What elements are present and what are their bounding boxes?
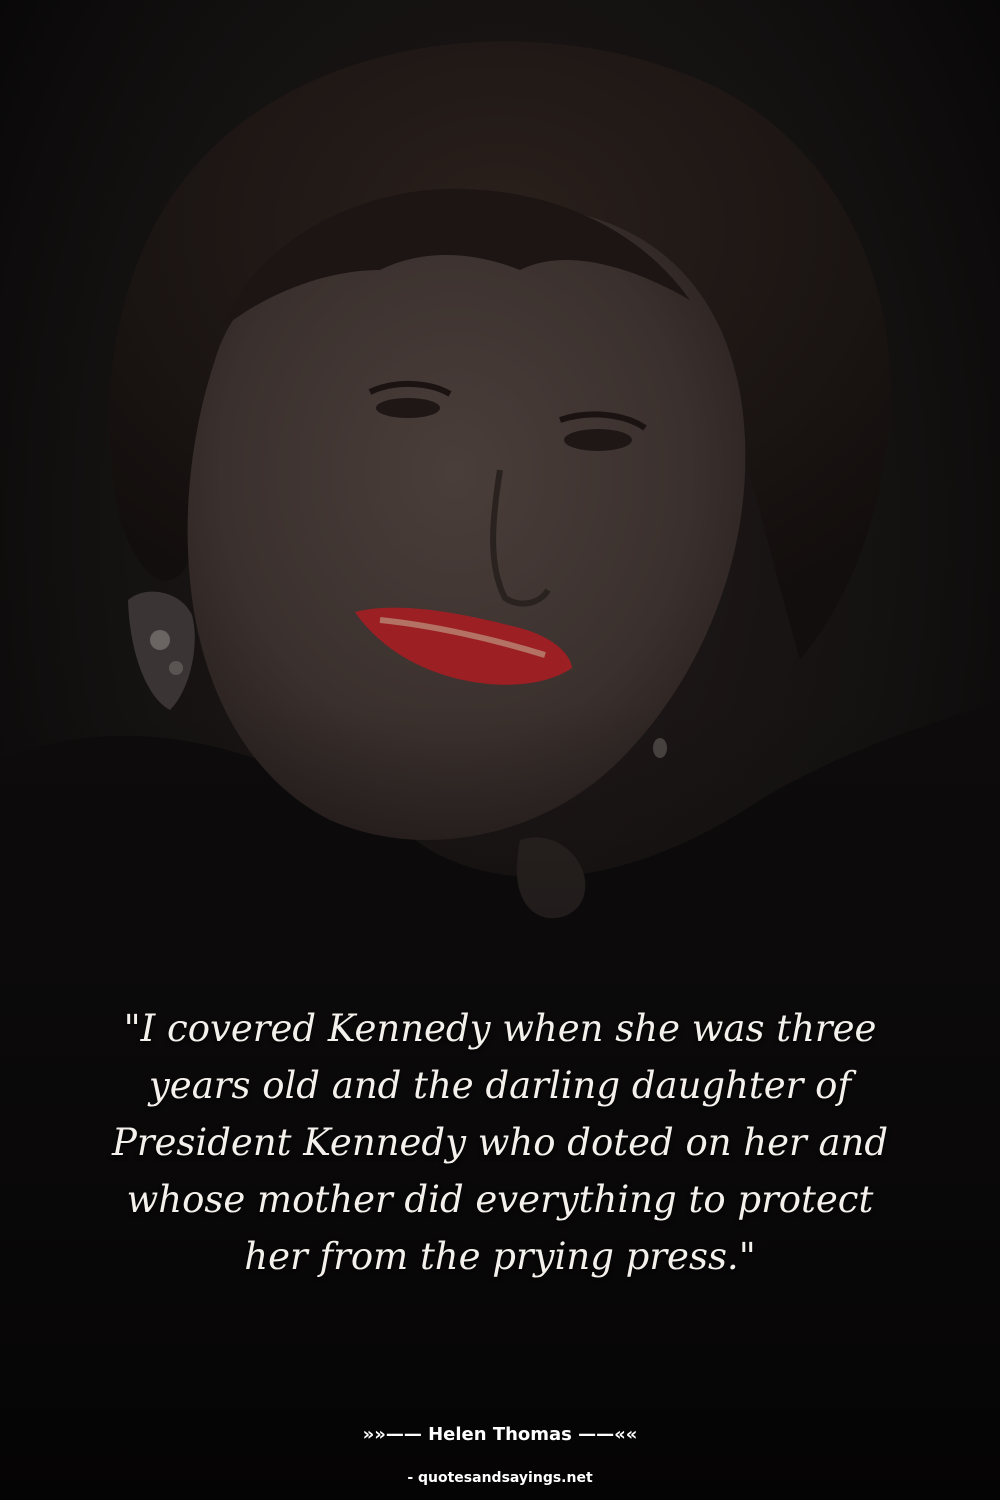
quote-block: "I covered Kennedy when she was three ye… [100, 1000, 900, 1285]
quote-text: "I covered Kennedy when she was three ye… [111, 1007, 889, 1278]
quote-card: "I covered Kennedy when she was three ye… [0, 0, 1000, 1500]
source-credit: - quotesandsayings.net [407, 1470, 593, 1486]
author-attribution: »»—— Helen Thomas ——«« [362, 1424, 638, 1445]
